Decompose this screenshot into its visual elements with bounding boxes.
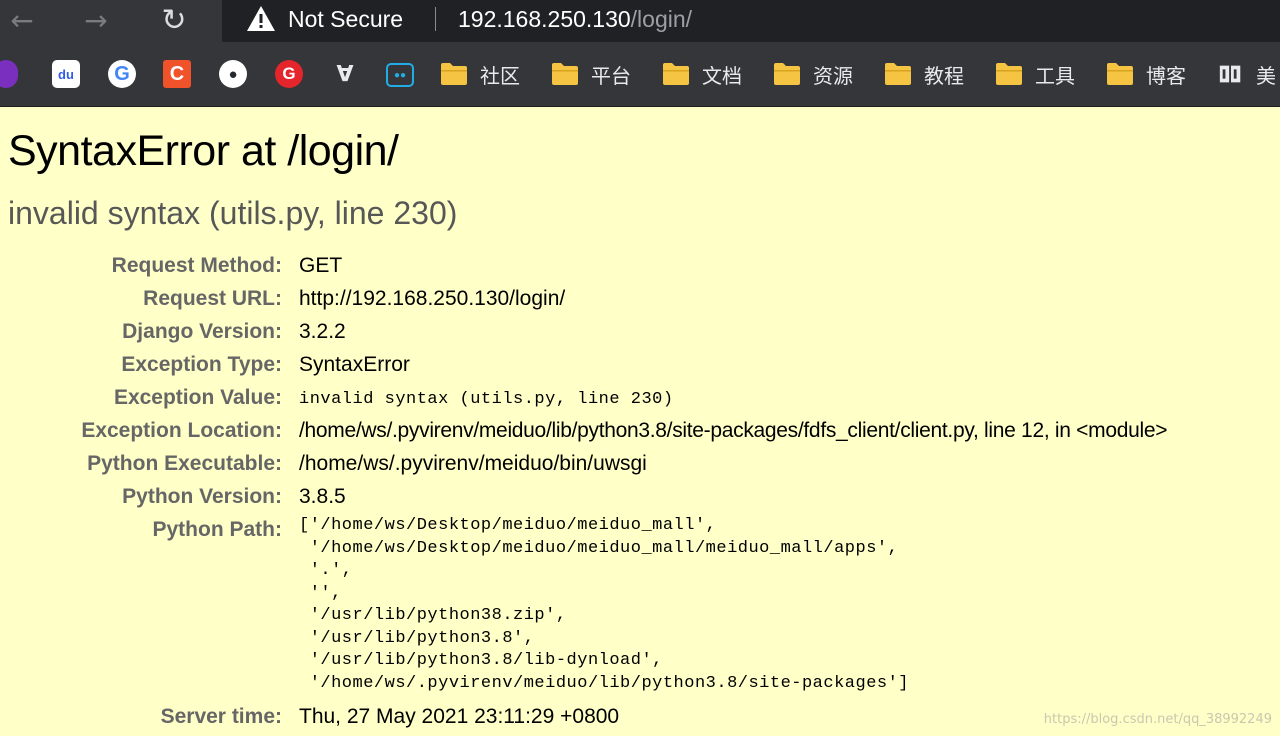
book-icon: [1219, 65, 1241, 83]
bookmark-label: 美: [1256, 63, 1276, 88]
folder-label: 资源: [813, 63, 853, 88]
meta-label: Request Method:: [111, 254, 282, 277]
meta-label: Server time:: [160, 705, 282, 728]
folder-icon: [885, 63, 911, 85]
folder-icon: [774, 63, 800, 85]
meta-label: Exception Location:: [81, 419, 282, 442]
error-title: SyntaxError at /login/: [8, 127, 399, 175]
bookmark-folder-community[interactable]: 社区: [440, 58, 520, 90]
meta-value: Thu, 27 May 2021 23:11:29 +0800: [299, 705, 620, 728]
meta-row: Exception Location: /home/ws/.pyvirenv/m…: [0, 417, 1280, 450]
music-app-icon[interactable]: [0, 60, 18, 88]
folder-label: 教程: [924, 63, 964, 88]
meta-row: Exception Type: SyntaxError: [0, 351, 1280, 384]
baidu-icon[interactable]: du: [52, 60, 80, 88]
folder-label: 工具: [1035, 63, 1075, 88]
warning-icon: [247, 6, 275, 31]
meta-row: Django Version: 3.2.2: [0, 318, 1280, 351]
google-icon[interactable]: G: [108, 60, 136, 88]
meta-label: Python Path:: [152, 518, 283, 541]
url-host: 192.168.250.130: [458, 6, 631, 32]
meta-value: invalid syntax (utils.py, line 230): [299, 390, 674, 409]
folder-icon: [663, 63, 689, 85]
dev-tool-icon[interactable]: ∀: [331, 60, 359, 88]
error-subtitle: invalid syntax (utils.py, line 230): [8, 195, 458, 231]
folder-icon: [996, 63, 1022, 85]
python-path-list: ['/home/ws/Desktop/meiduo/meiduo_mall', …: [299, 516, 909, 693]
meta-value: /home/ws/.pyvirenv/meiduo/lib/python3.8/…: [299, 419, 1168, 442]
omnibox-divider: [435, 7, 436, 31]
url-path: /login/: [630, 6, 693, 32]
meta-row: Request URL: http://192.168.250.130/logi…: [0, 285, 1280, 318]
folder-label: 文档: [702, 63, 742, 88]
bookmark-meituan[interactable]: 美: [1218, 58, 1276, 90]
folder-icon: [441, 63, 467, 85]
meta-value: /home/ws/.pyvirenv/meiduo/bin/uwsgi: [299, 452, 647, 475]
bookmark-folder-platform[interactable]: 平台: [551, 58, 631, 90]
bookmarks-bar: du G C ● G ∀ ●● 社区 平台 文档 资源 教程 工具 博客 美: [0, 44, 1280, 107]
bookmark-folder-tools[interactable]: 工具: [995, 58, 1075, 90]
bookmark-folder-docs[interactable]: 文档: [662, 58, 742, 90]
url-text[interactable]: 192.168.250.130/login/: [458, 5, 692, 33]
meta-label: Python Executable:: [87, 452, 282, 475]
meta-row: Python Executable: /home/ws/.pyvirenv/me…: [0, 450, 1280, 483]
meta-row: Request Method: GET: [0, 252, 1280, 285]
meta-value: 3.2.2: [299, 320, 346, 343]
csdn-icon[interactable]: C: [163, 60, 191, 88]
meta-value: http://192.168.250.130/login/: [299, 287, 566, 310]
meta-label: Request URL:: [143, 287, 282, 310]
meta-label: Django Version:: [122, 320, 282, 343]
folder-icon: [1107, 63, 1133, 85]
meta-row: Python Version: 3.8.5: [0, 483, 1280, 516]
meta-value: GET: [299, 254, 343, 277]
address-bar[interactable]: Not Secure 192.168.250.130/login/: [222, 0, 1280, 42]
bilibili-icon[interactable]: ●●: [386, 63, 414, 87]
forward-button[interactable]: →: [74, 0, 118, 40]
reload-button[interactable]: ↻: [152, 0, 196, 40]
folder-label: 社区: [480, 63, 520, 88]
meta-value: 3.8.5: [299, 485, 346, 508]
watermark: https://blog.csdn.net/qq_38992249: [1043, 712, 1272, 727]
bookmark-folder-blogs[interactable]: 博客: [1106, 58, 1186, 90]
folder-icon: [552, 63, 578, 85]
back-button[interactable]: ←: [0, 0, 44, 40]
bookmark-folder-tutorials[interactable]: 教程: [884, 58, 964, 90]
folder-label: 博客: [1146, 63, 1186, 88]
g-app-icon[interactable]: G: [275, 60, 303, 88]
meta-row: Exception Value: invalid syntax (utils.p…: [0, 384, 1280, 417]
error-page: SyntaxError at /login/ invalid syntax (u…: [0, 107, 1280, 733]
not-secure-label[interactable]: Not Secure: [288, 5, 403, 33]
browser-toolbar: ← → ↻ Not Secure 192.168.250.130/login/: [0, 0, 1280, 44]
bookmark-folder-resources[interactable]: 资源: [773, 58, 853, 90]
github-icon[interactable]: ●: [219, 60, 247, 88]
meta-label: Python Version:: [122, 485, 282, 508]
folder-label: 平台: [591, 63, 631, 88]
meta-label: Exception Type:: [121, 353, 282, 376]
meta-value: SyntaxError: [299, 353, 410, 376]
meta-label: Exception Value:: [113, 386, 282, 409]
